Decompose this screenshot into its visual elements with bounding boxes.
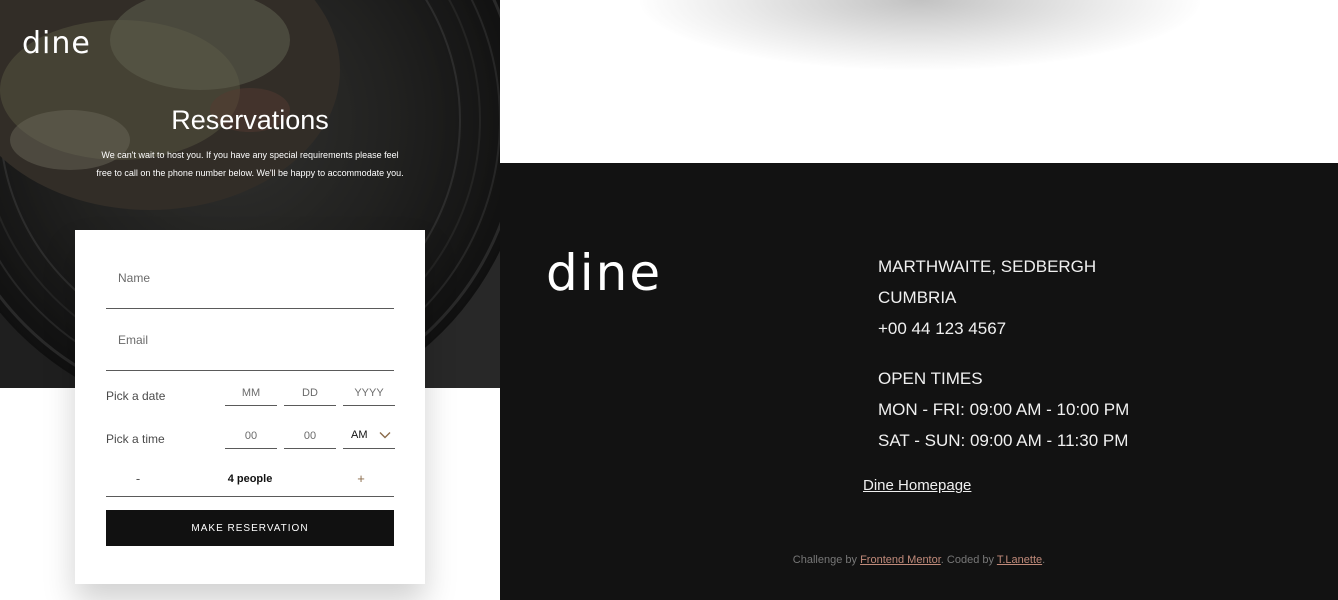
date-month-field — [225, 383, 277, 406]
site-footer: dine MARTHWAITE, SEDBERGH CUMBRIA +00 44… — [500, 163, 1338, 600]
time-hour-input[interactable] — [225, 427, 277, 445]
ampm-select[interactable]: AM — [343, 426, 395, 449]
open-times-block: OPEN TIMES MON - FRI: 09:00 AM - 10:00 P… — [878, 363, 1129, 456]
reservation-form: Pick a date Pick a time AM - 4 people + — [75, 230, 425, 584]
make-reservation-button[interactable]: MAKE RESERVATION — [106, 510, 394, 546]
increase-people-button[interactable]: + — [349, 468, 373, 488]
open-times-heading: OPEN TIMES — [878, 369, 983, 388]
address-line-1: MARTHWAITE, SEDBERGH — [878, 257, 1097, 276]
address-block: MARTHWAITE, SEDBERGH CUMBRIA +00 44 123 … — [878, 251, 1096, 344]
header-logo[interactable]: dine — [22, 24, 91, 64]
people-stepper: - 4 people + — [106, 466, 394, 497]
shadow-decoration — [640, 0, 1200, 70]
date-year-field — [343, 383, 395, 406]
name-input[interactable] — [106, 268, 406, 288]
frontend-mentor-link[interactable]: Frontend Mentor — [860, 554, 941, 566]
right-top-area — [500, 0, 1338, 163]
attribution-prefix: Challenge by — [792, 554, 861, 566]
ampm-value: AM — [351, 429, 368, 441]
phone-number: +00 44 123 4567 — [878, 319, 1007, 338]
time-minute-input[interactable] — [284, 427, 336, 445]
attribution: Challenge by Frontend Mentor. Coded by T… — [500, 554, 1338, 566]
attribution-middle: . Coded by — [940, 554, 997, 566]
chevron-down-icon — [379, 432, 391, 439]
name-field-wrapper — [106, 268, 406, 309]
page-title: Reservations — [171, 105, 329, 135]
reservation-panel: dine Reservations We can't wait to host … — [0, 0, 500, 600]
date-label: Pick a date — [106, 389, 166, 403]
date-day-input[interactable] — [284, 384, 336, 402]
time-hour-field — [225, 426, 277, 449]
author-link[interactable]: T.Lanette — [997, 554, 1042, 566]
page-description: We can't wait to host you. If you have a… — [96, 150, 404, 178]
address-line-2: CUMBRIA — [878, 288, 957, 307]
email-field-wrapper — [106, 330, 406, 371]
time-label: Pick a time — [106, 432, 165, 446]
weekend-hours: SAT - SUN: 09:00 AM - 11:30 PM — [878, 431, 1129, 450]
weekday-hours: MON - FRI: 09:00 AM - 10:00 PM — [878, 400, 1130, 419]
time-minute-field — [284, 426, 336, 449]
date-month-input[interactable] — [225, 384, 277, 402]
footer-logo[interactable]: dine — [546, 243, 662, 303]
date-year-input[interactable] — [343, 384, 395, 402]
dine-homepage-link[interactable]: Dine Homepage — [863, 477, 971, 494]
date-day-field — [284, 383, 336, 406]
email-input[interactable] — [106, 330, 406, 350]
attribution-suffix: . — [1042, 554, 1046, 566]
